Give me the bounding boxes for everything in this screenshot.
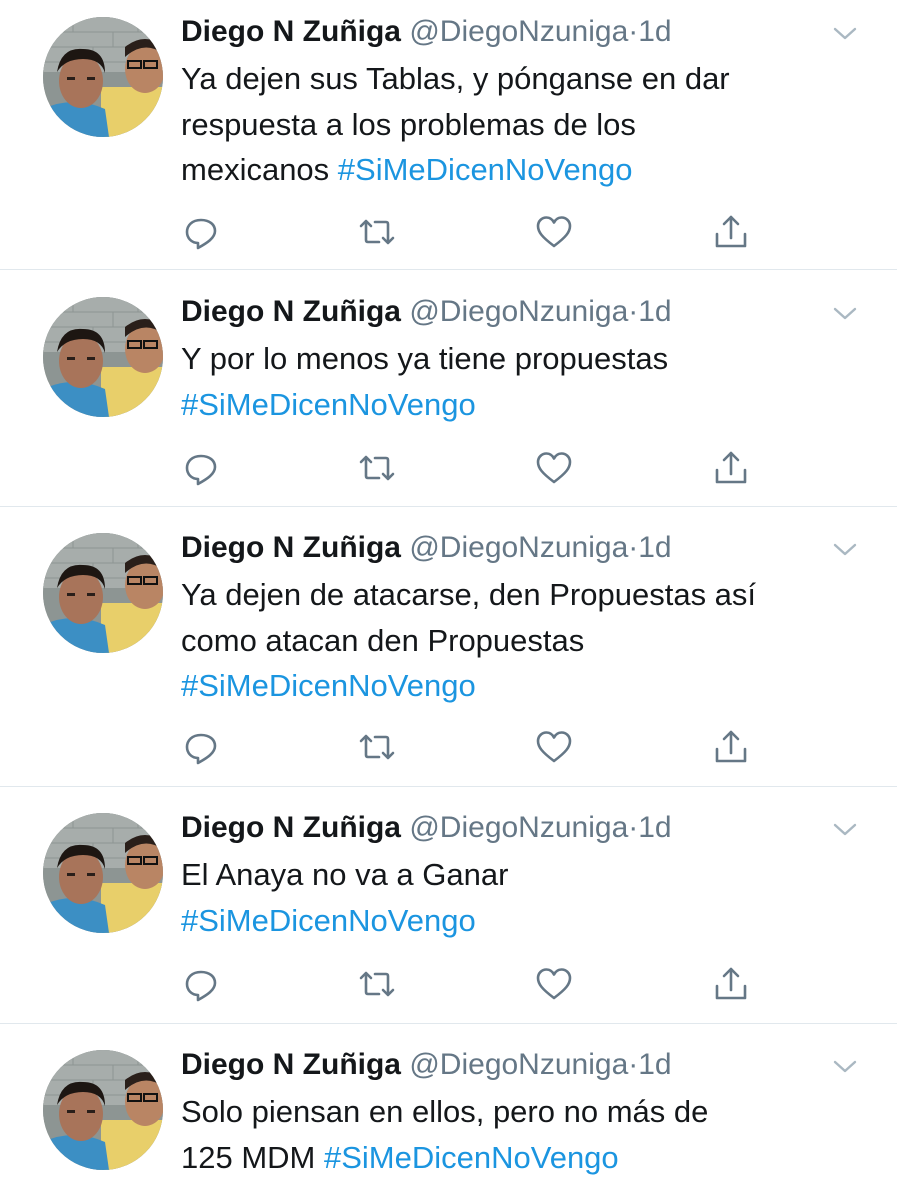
author-handle[interactable]: @DiegoNzuniga	[409, 1048, 628, 1081]
chevron-down-icon[interactable]	[830, 540, 860, 560]
tweet-line: como atacan den Propuestas	[181, 622, 585, 658]
tweet-header: Diego N Zuñiga @DiegoNzuniga·1d	[181, 1047, 672, 1083]
separator-dot: ·	[628, 1048, 639, 1081]
timestamp[interactable]: 1d	[638, 1048, 671, 1081]
tweet-line: mexicanos #SiMeDicenNoVengo	[181, 147, 871, 193]
tweet-line: #SiMeDicenNoVengo	[181, 382, 871, 428]
tweet-text: Ya dejen sus Tablas, y pónganse en dar r…	[181, 56, 871, 193]
avatar[interactable]	[43, 17, 163, 137]
tweet-text: Solo piensan en ellos, pero no más de 12…	[181, 1089, 871, 1180]
tweet-line: #SiMeDicenNoVengo	[181, 663, 871, 709]
timestamp[interactable]: 1d	[638, 811, 671, 844]
hashtag-link[interactable]: #SiMeDicenNoVengo	[338, 152, 633, 187]
hashtag-link[interactable]: #SiMeDicenNoVengo	[181, 903, 476, 938]
hashtag-link[interactable]: #SiMeDicenNoVengo	[181, 668, 476, 703]
tweet-actions	[181, 727, 781, 767]
author-name[interactable]: Diego N Zuñiga	[181, 295, 401, 328]
tweet-line: Ya dejen sus Tablas, y pónganse en dar	[181, 61, 730, 96]
author-name[interactable]: Diego N Zuñiga	[181, 811, 401, 844]
reply-icon[interactable]	[181, 212, 221, 252]
reply-icon[interactable]	[181, 727, 221, 767]
avatar[interactable]	[43, 1050, 163, 1170]
tweet-line-text: 125 MDM	[181, 1139, 324, 1175]
chevron-down-icon[interactable]	[830, 1057, 860, 1077]
tweet-line: 125 MDM #SiMeDicenNoVengo	[181, 1135, 871, 1181]
heart-icon[interactable]	[534, 964, 574, 1004]
tweet[interactable]: Diego N Zuñiga @DiegoNzuniga·1d Ya dejen…	[0, 507, 897, 787]
separator-dot: ·	[628, 531, 639, 564]
tweet-line: #SiMeDicenNoVengo	[181, 898, 871, 944]
author-handle[interactable]: @DiegoNzuniga	[409, 295, 628, 328]
tweet-text: El Anaya no va a Ganar #SiMeDicenNoVengo	[181, 852, 871, 943]
chevron-down-icon[interactable]	[830, 820, 860, 840]
tweet[interactable]: Diego N Zuñiga @DiegoNzuniga·1d Ya dejen…	[0, 0, 897, 270]
heart-icon[interactable]	[534, 448, 574, 488]
reply-icon[interactable]	[181, 964, 221, 1004]
author-name[interactable]: Diego N Zuñiga	[181, 531, 401, 564]
avatar[interactable]	[43, 297, 163, 417]
author-handle[interactable]: @DiegoNzuniga	[409, 15, 628, 48]
tweet-header: Diego N Zuñiga @DiegoNzuniga·1d	[181, 14, 672, 50]
heart-icon[interactable]	[534, 727, 574, 767]
tweet[interactable]: Diego N Zuñiga @DiegoNzuniga·1d El Anaya…	[0, 787, 897, 1024]
timestamp[interactable]: 1d	[638, 295, 671, 328]
separator-dot: ·	[628, 811, 639, 844]
tweet-actions	[181, 448, 781, 488]
tweet-line: Ya dejen de atacarse, den Propuestas así	[181, 577, 757, 612]
tweet-header: Diego N Zuñiga @DiegoNzuniga·1d	[181, 810, 672, 846]
tweet[interactable]: Diego N Zuñiga @DiegoNzuniga·1d Solo pie…	[0, 1024, 897, 1200]
tweet-line-text: mexicanos	[181, 152, 338, 187]
separator-dot: ·	[628, 295, 639, 328]
reply-icon[interactable]	[181, 448, 221, 488]
share-icon[interactable]	[711, 727, 751, 767]
share-icon[interactable]	[711, 212, 751, 252]
chevron-down-icon[interactable]	[830, 24, 860, 44]
author-handle[interactable]: @DiegoNzuniga	[409, 531, 628, 564]
avatar[interactable]	[43, 533, 163, 653]
tweet-header: Diego N Zuñiga @DiegoNzuniga·1d	[181, 294, 672, 330]
hashtag-link[interactable]: #SiMeDicenNoVengo	[324, 1140, 619, 1175]
tweet-actions	[181, 964, 781, 1004]
author-name[interactable]: Diego N Zuñiga	[181, 1048, 401, 1081]
retweet-icon[interactable]	[357, 727, 397, 767]
tweet-line: Y por lo menos ya tiene propuestas	[181, 341, 669, 376]
tweet[interactable]: Diego N Zuñiga @DiegoNzuniga·1d Y por lo…	[0, 270, 897, 507]
retweet-icon[interactable]	[357, 448, 397, 488]
retweet-icon[interactable]	[357, 964, 397, 1004]
timestamp[interactable]: 1d	[638, 15, 671, 48]
share-icon[interactable]	[711, 964, 751, 1004]
retweet-icon[interactable]	[357, 212, 397, 252]
tweet-line: respuesta a los problemas de los	[181, 106, 636, 142]
hashtag-link[interactable]: #SiMeDicenNoVengo	[181, 387, 476, 422]
tweet-line: El Anaya no va a Ganar	[181, 857, 509, 892]
author-handle[interactable]: @DiegoNzuniga	[409, 811, 628, 844]
timestamp[interactable]: 1d	[638, 531, 671, 564]
tweet-line: Solo piensan en ellos, pero no más de	[181, 1094, 709, 1129]
tweet-text: Ya dejen de atacarse, den Propuestas así…	[181, 572, 871, 709]
avatar[interactable]	[43, 813, 163, 933]
tweet-text: Y por lo menos ya tiene propuestas #SiMe…	[181, 336, 871, 427]
author-name[interactable]: Diego N Zuñiga	[181, 15, 401, 48]
separator-dot: ·	[628, 15, 639, 48]
tweet-actions	[181, 212, 781, 252]
chevron-down-icon[interactable]	[830, 304, 860, 324]
heart-icon[interactable]	[534, 212, 574, 252]
share-icon[interactable]	[711, 448, 751, 488]
tweet-header: Diego N Zuñiga @DiegoNzuniga·1d	[181, 530, 672, 566]
